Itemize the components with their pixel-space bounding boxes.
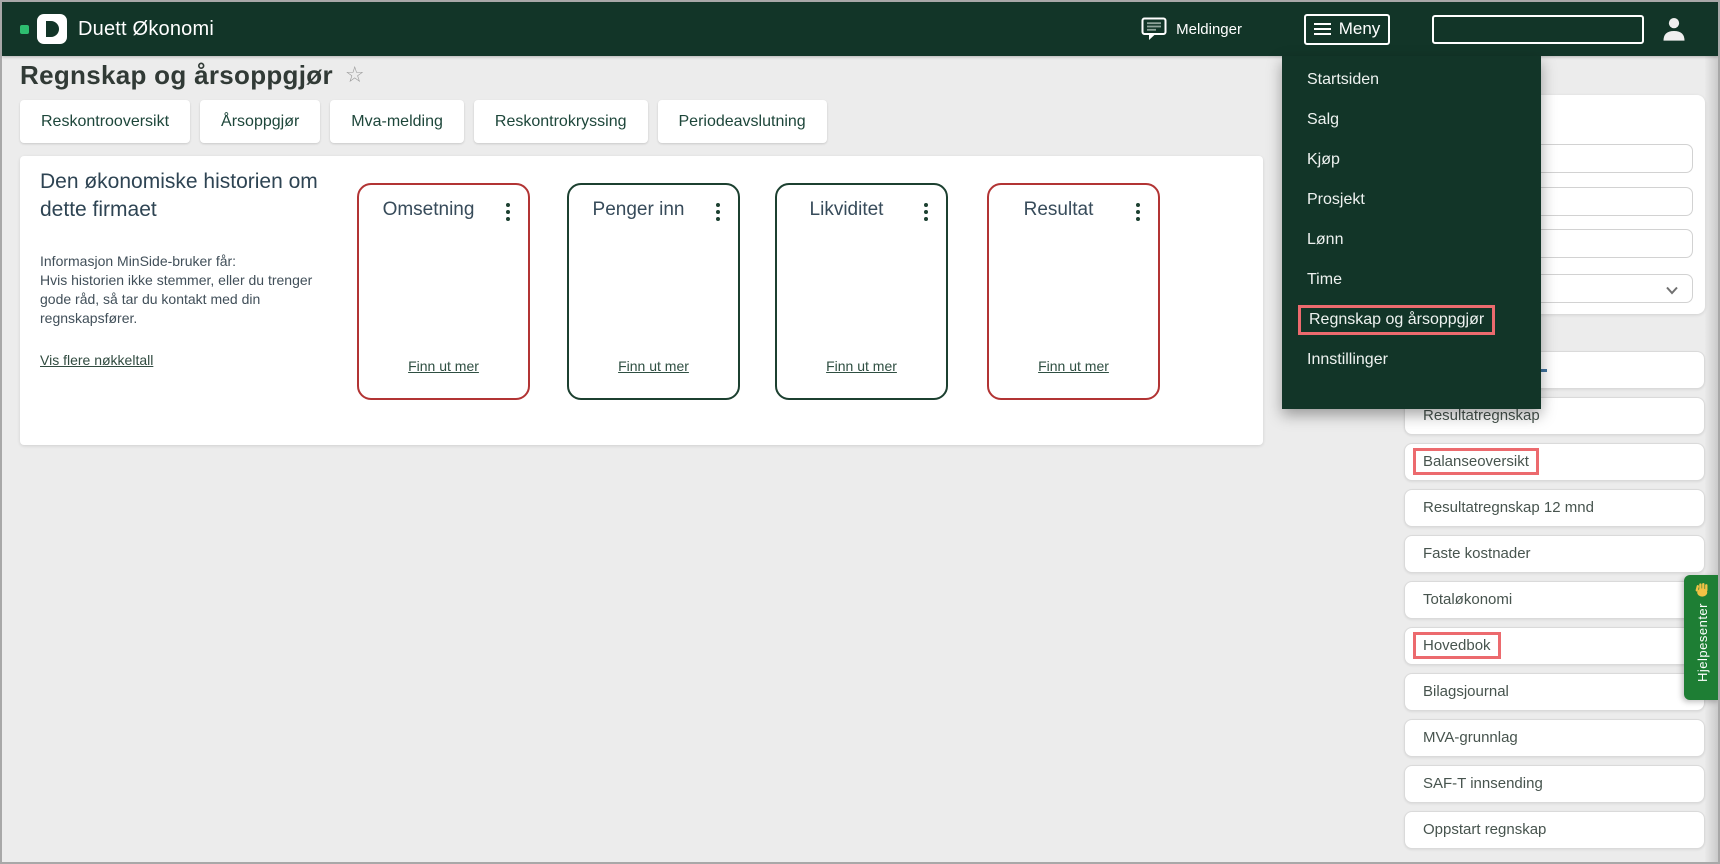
story-body-text: Informasjon MinSide-bruker får: Hvis his… [40,253,313,326]
kpi-card-resultat: Resultat Finn ut mer [987,183,1160,400]
message-icon [1141,17,1167,40]
menu-item-salg[interactable]: Salg [1282,100,1541,140]
waving-hand-icon [1695,582,1707,597]
header-actions: Meldinger Meny [1141,13,1688,45]
nav-row-mva-grunnlag[interactable]: MVA-grunnlag [1404,719,1705,757]
tab-reskontrooversikt[interactable]: Reskontrooversikt [20,100,191,143]
tab-periodeavslutning[interactable]: Periodeavslutning [657,100,827,143]
find-out-more-link[interactable]: Finn ut mer [989,358,1158,374]
nav-row-label: MVA-grunnlag [1423,729,1518,746]
find-out-more-link[interactable]: Finn ut mer [569,358,738,374]
find-out-more-link[interactable]: Finn ut mer [359,358,528,374]
kpi-card-title: Penger inn [592,199,685,220]
header-search-input[interactable] [1432,14,1644,44]
nav-row-label: Resultatregnskap [1423,407,1540,424]
tab-reskontrokryssing[interactable]: Reskontrokryssing [473,100,648,143]
tab-mva-melding[interactable]: Mva-melding [330,100,464,143]
tab-arsoppgjor[interactable]: Årsoppgjør [200,100,321,143]
brand-logo[interactable]: Duett Økonomi [20,14,214,44]
kpi-card-penger-inn: Penger inn Finn ut mer [567,183,740,400]
nav-row-label: Totaløkonomi [1423,591,1513,608]
nav-row-hovedbok[interactable]: Hovedbok [1404,627,1705,665]
annotation-box: Balanseoversikt [1413,448,1539,475]
logo-accent-icon [20,24,29,34]
top-bar: Duett Økonomi Meldinger Meny [2,2,1718,56]
menu-button[interactable]: Meny [1304,13,1390,45]
menu-item-lonn[interactable]: Lønn [1282,220,1541,260]
find-out-more-link[interactable]: Finn ut mer [777,358,946,374]
menu-item-kjop[interactable]: Kjøp [1282,140,1541,180]
menu-item-regnskap-og-arsoppgjor[interactable]: Regnskap og årsoppgjør [1282,300,1541,340]
nav-row-saf-t-innsending[interactable]: SAF-T innsending [1404,765,1705,803]
page-title: Regnskap og årsoppgjør [20,60,333,90]
kebab-menu-icon[interactable] [504,201,512,223]
nav-row-balanseoversikt[interactable]: Balanseoversikt [1404,443,1705,481]
chevron-down-icon [1666,286,1678,295]
story-heading: Den økonomiske historien om dette firmae… [40,170,318,221]
help-center-tab[interactable]: Hjelpesenter [1684,575,1718,700]
nav-row-label: Bilagsjournal [1423,683,1509,700]
app-window: Duett Økonomi Meldinger Meny Regnskap og… [0,0,1720,864]
nav-row-label: Oppstart regnskap [1423,821,1547,838]
kpi-card-likviditet: Likviditet Finn ut mer [775,183,948,400]
star-icon[interactable]: ☆ [345,64,365,87]
kpi-card-title: Resultat [1023,199,1094,220]
kpi-card-title: Omsetning [382,199,475,220]
nav-row-faste-kostnader[interactable]: Faste kostnader [1404,535,1705,573]
nav-row-totalokonomi[interactable]: Totaløkonomi [1404,581,1705,619]
annotation-box: Hovedbok [1413,632,1501,659]
hamburger-icon [1313,23,1331,35]
show-more-key-figures-link[interactable]: Vis flere nøkkeltall [40,352,153,368]
menu-item-innstillinger[interactable]: Innstillinger [1282,340,1541,380]
menu-item-prosjekt[interactable]: Prosjekt [1282,180,1541,220]
kpi-card-title: Likviditet [809,199,884,220]
nav-row-oppstart-regnskap[interactable]: Oppstart regnskap [1404,811,1705,849]
main-menu-dropdown: Startsiden Salg Kjøp Prosjekt Lønn Time … [1282,56,1541,409]
nav-row-bilagsjournal[interactable]: Bilagsjournal [1404,673,1705,711]
nav-row-label: Resultatregnskap 12 mnd [1423,499,1594,516]
brand-title: Duett Økonomi [78,17,214,40]
messages-label: Meldinger [1176,20,1242,38]
user-icon[interactable] [1660,15,1688,43]
duett-d-icon [37,14,67,44]
kebab-menu-icon[interactable] [1134,201,1142,223]
economic-story-panel: Den økonomiske historien om dette firmae… [20,156,1263,445]
menu-item-time[interactable]: Time [1282,260,1541,300]
messages-button[interactable]: Meldinger [1141,17,1242,41]
nav-row-resultatregnskap-12-mnd[interactable]: Resultatregnskap 12 mnd [1404,489,1705,527]
kebab-menu-icon[interactable] [922,201,930,223]
right-edge-shadow [1705,56,1718,862]
kpi-card-omsetning: Omsetning Finn ut mer [357,183,530,400]
menu-button-label: Meny [1338,19,1381,38]
annotation-box: Regnskap og årsoppgjør [1298,305,1496,335]
menu-item-startsiden[interactable]: Startsiden [1282,60,1541,100]
kebab-menu-icon[interactable] [714,201,722,223]
nav-row-label: SAF-T innsending [1423,775,1543,792]
tab-bar: Reskontrooversikt Årsoppgjør Mva-melding… [20,100,827,143]
help-center-label: Hjelpesenter [1694,603,1710,682]
nav-row-label: Faste kostnader [1423,545,1531,562]
duett-d-counter [46,21,59,37]
